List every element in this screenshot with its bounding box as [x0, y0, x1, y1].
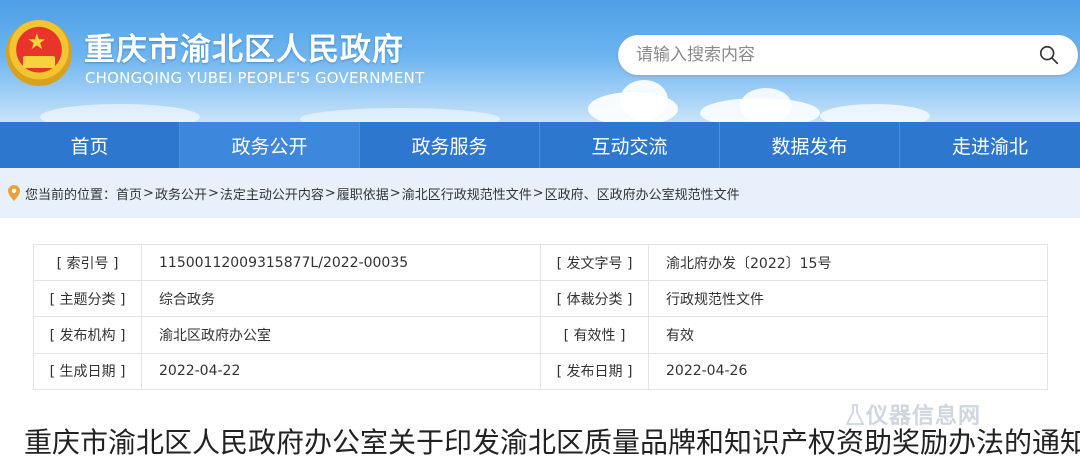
breadcrumb-prefix: 您当前的位置： — [25, 187, 117, 203]
meta-label-subject-category: [ 主题分类 ] — [33, 280, 142, 318]
nav-item-home[interactable]: 首页 — [0, 122, 180, 168]
breadcrumb-link-district-gov-documents[interactable]: 区政府、区政府办公室规范性文件 — [545, 184, 740, 203]
nav-item-gov-affairs-public[interactable]: 政务公开 — [180, 122, 360, 168]
breadcrumb: 您当前的位置： 首页 > 政务公开 > 法定主动公开内容 > 履职依据 > 渝北… — [0, 168, 1080, 218]
meta-value-index-number: 11500112009315877L/2022-00035 — [141, 243, 541, 282]
main-nav: 首页 政务公开 政务服务 互动交流 数据发布 走进渝北 — [0, 122, 1080, 168]
meta-value-publish-date: 2022-04-26 — [648, 352, 1048, 390]
nav-item-data-release[interactable]: 数据发布 — [720, 122, 900, 168]
meta-label-issuing-agency: [ 发布机构 ] — [33, 316, 142, 354]
document-meta-table: [ 索引号 ] 11500112009315877L/2022-00035 [ … — [33, 243, 1048, 390]
document-title: 重庆市渝北区人民政府办公室关于印发渝北区质量品牌和知识产权资助奖励办法的通知 — [24, 426, 1080, 459]
search-box — [618, 35, 1078, 75]
breadcrumb-link-duty-basis[interactable]: 履职依据 — [337, 184, 389, 203]
breadcrumb-link-normative-documents[interactable]: 渝北区行政规范性文件 — [402, 184, 532, 203]
cloud-decoration — [40, 104, 200, 122]
search-input[interactable] — [636, 35, 1016, 75]
site-header: ★ 重庆市渝北区人民政府 CHONGQING YUBEI PEOPLE'S GO… — [0, 0, 1080, 122]
national-emblem-icon[interactable]: ★ — [6, 20, 72, 86]
cloud-decoration — [820, 104, 930, 122]
breadcrumb-separator: > — [532, 185, 544, 201]
breadcrumb-link-statutory-disclosure[interactable]: 法定主动公开内容 — [220, 184, 324, 203]
cloud-decoration — [620, 80, 668, 120]
breadcrumb-link-home[interactable]: 首页 — [116, 184, 142, 203]
search-icon[interactable] — [1038, 44, 1060, 66]
meta-label-genre-category: [ 体裁分类 ] — [540, 280, 649, 318]
meta-label-validity: [ 有效性 ] — [540, 316, 649, 354]
breadcrumb-separator: > — [389, 185, 401, 201]
meta-label-document-number: [ 发文字号 ] — [540, 243, 649, 282]
meta-label-publish-date: [ 发布日期 ] — [540, 352, 649, 390]
nav-item-about-yubei[interactable]: 走进渝北 — [900, 122, 1080, 168]
breadcrumb-separator: > — [143, 185, 154, 201]
meta-value-document-number: 渝北府办发〔2022〕15号 — [648, 243, 1048, 282]
breadcrumb-separator: > — [207, 185, 219, 201]
cloud-decoration — [300, 108, 500, 122]
nav-item-gov-services[interactable]: 政务服务 — [360, 122, 540, 168]
meta-value-creation-date: 2022-04-22 — [141, 352, 541, 390]
meta-value-genre-category: 行政规范性文件 — [648, 280, 1048, 318]
main-content: [ 索引号 ] 11500112009315877L/2022-00035 [ … — [0, 218, 1080, 472]
meta-value-subject-category: 综合政务 — [141, 280, 541, 318]
table-row: [ 索引号 ] 11500112009315877L/2022-00035 [ … — [33, 243, 1048, 282]
meta-value-validity: 有效 — [648, 316, 1048, 354]
location-pin-icon — [8, 185, 20, 201]
cloud-decoration — [740, 88, 792, 122]
meta-value-issuing-agency: 渝北区政府办公室 — [141, 316, 541, 354]
site-subtitle: CHONGQING YUBEI PEOPLE'S GOVERNMENT — [85, 69, 425, 87]
breadcrumb-link-gov-affairs-public[interactable]: 政务公开 — [155, 184, 207, 203]
nav-item-interaction[interactable]: 互动交流 — [540, 122, 720, 168]
table-row: [ 发布机构 ] 渝北区政府办公室 [ 有效性 ] 有效 — [33, 316, 1048, 354]
breadcrumb-separator: > — [324, 185, 336, 201]
meta-label-index-number: [ 索引号 ] — [33, 243, 142, 282]
table-row: [ 生成日期 ] 2022-04-22 [ 发布日期 ] 2022-04-26 — [33, 352, 1048, 390]
site-title[interactable]: 重庆市渝北区人民政府 — [84, 24, 404, 69]
table-row: [ 主题分类 ] 综合政务 [ 体裁分类 ] 行政规范性文件 — [33, 280, 1048, 318]
meta-label-creation-date: [ 生成日期 ] — [33, 352, 142, 390]
